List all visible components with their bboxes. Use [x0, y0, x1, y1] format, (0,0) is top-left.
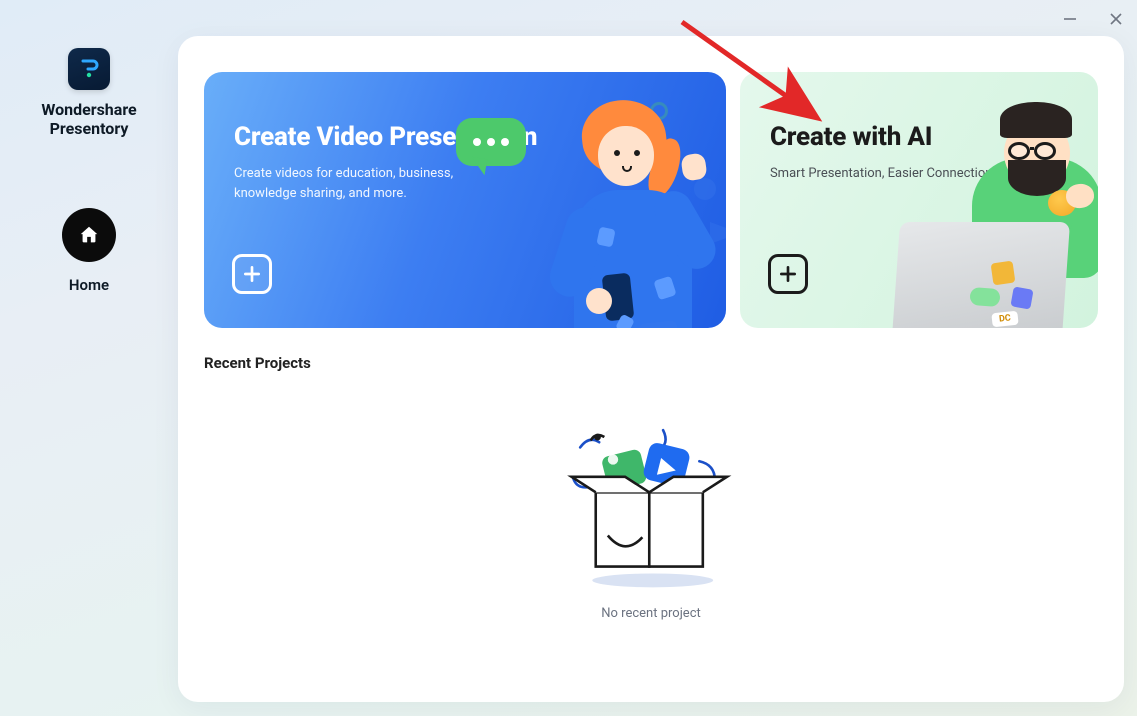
create-video-card[interactable]: Create Video Presentation Create videos … [204, 72, 726, 328]
close-button[interactable] [1107, 10, 1125, 28]
empty-label: No recent project [601, 606, 701, 621]
empty-state: No recent project [204, 422, 1098, 621]
plus-icon [768, 254, 808, 294]
brand-line2: Presentory [41, 119, 136, 138]
home-label: Home [69, 276, 109, 294]
window-controls [1061, 10, 1125, 28]
brand-line1: Wondershare [41, 100, 136, 119]
create-ai-card[interactable]: Create with AI Smart Presentation, Easie… [740, 72, 1098, 328]
empty-box-icon [556, 422, 746, 592]
home-button[interactable] [62, 208, 116, 262]
brand-name: Wondershare Presentory [41, 100, 136, 138]
sidebar: Wondershare Presentory Home [0, 30, 178, 294]
sticker-label: DC [991, 311, 1018, 328]
laptop-icon [892, 222, 1070, 328]
recent-projects-heading: Recent Projects [204, 354, 1098, 372]
card-illustration: DC [900, 98, 1098, 328]
home-icon [78, 224, 100, 246]
plus-icon [232, 254, 272, 294]
action-cards: Create Video Presentation Create videos … [204, 72, 1098, 328]
main-panel: Create Video Presentation Create videos … [178, 36, 1124, 702]
app-logo [68, 48, 110, 90]
nav: Home [62, 208, 116, 294]
minimize-button[interactable] [1061, 10, 1079, 28]
card-illustration [416, 72, 726, 328]
